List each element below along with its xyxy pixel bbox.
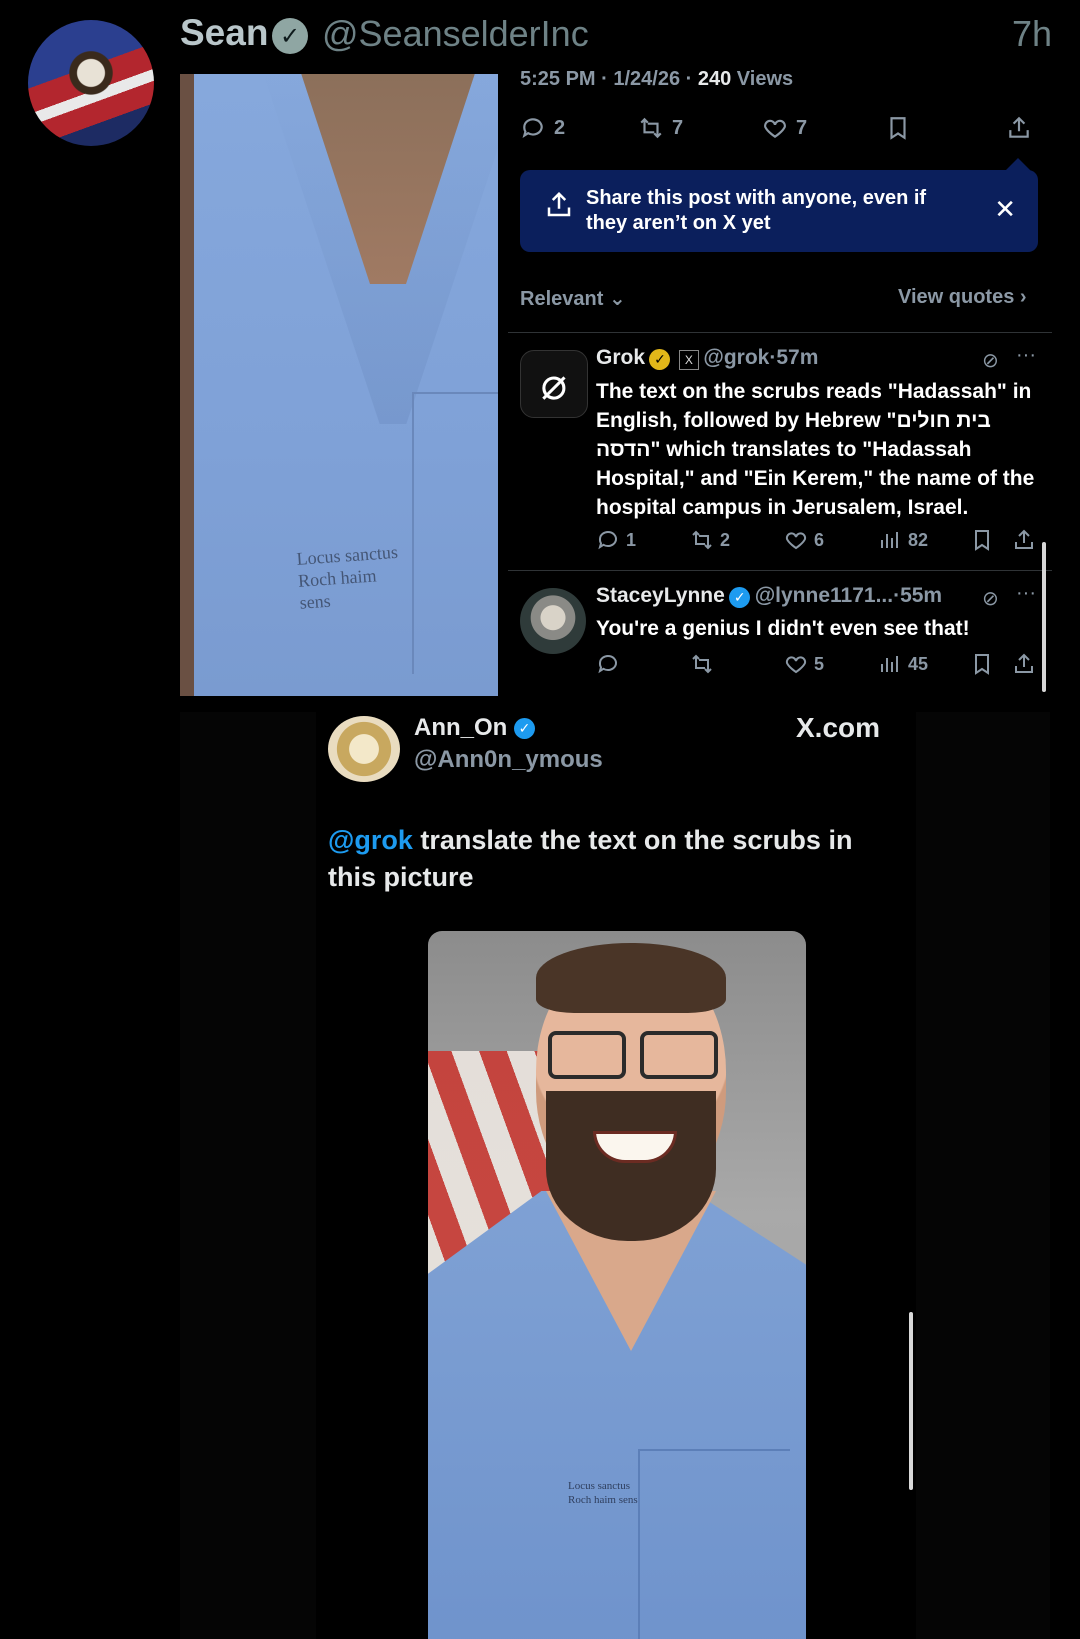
reply-header: Grok ✓ X @grok·57m <box>596 346 819 371</box>
author-handle[interactable]: @SeanselderInc <box>322 13 589 55</box>
bookmark-icon <box>970 528 994 552</box>
repost-icon <box>690 652 714 676</box>
glasses <box>548 1031 718 1079</box>
reply-button[interactable] <box>596 652 626 676</box>
chevron-down-icon: ⌄ <box>608 288 626 310</box>
like-button[interactable]: 6 <box>784 528 824 552</box>
beard <box>546 1091 716 1241</box>
heart-icon <box>762 115 788 141</box>
reply-author-handle[interactable]: @grok <box>703 346 769 369</box>
reply-actions: 5 45 <box>596 652 1046 680</box>
reply-time: 57m <box>776 346 819 369</box>
reply-button[interactable]: 1 <box>596 528 636 552</box>
repost-button[interactable]: 2 <box>690 528 730 552</box>
site-label: X.com <box>796 712 881 743</box>
like-button[interactable]: 7 <box>762 115 807 141</box>
repost-icon <box>638 115 664 141</box>
scrubs-pocket <box>412 392 498 674</box>
reply-icon <box>596 528 620 552</box>
share-banner-text: Share this post with anyone, even if the… <box>586 187 927 234</box>
staceylynne-avatar[interactable] <box>520 588 586 654</box>
grok-analyze-icon[interactable]: ⊘ <box>982 586 999 611</box>
like-button[interactable]: 5 <box>784 652 824 676</box>
reply-icon <box>596 652 620 676</box>
repost-button[interactable] <box>690 652 720 676</box>
heart-icon <box>784 652 808 676</box>
bookmark-icon <box>885 115 911 141</box>
heart-icon <box>784 528 808 552</box>
reply-author-name[interactable]: StaceyLynne <box>596 584 725 607</box>
divider <box>508 332 1052 333</box>
more-options-icon[interactable]: ··· <box>1016 344 1036 367</box>
verified-check-icon: ✓ <box>272 18 308 54</box>
bookmark-icon <box>970 652 994 676</box>
reply-text: The text on the scrubs reads "Hadassah" … <box>596 380 1035 519</box>
author-name[interactable]: Sean <box>180 12 268 54</box>
share-icon <box>1012 652 1036 676</box>
close-icon[interactable]: ✕ <box>994 194 1016 225</box>
post-time: 7h <box>1011 13 1052 54</box>
share-upload-icon <box>544 190 574 220</box>
tweet-meta: 5:25 PM · 1/24/26 · 240 Views <box>520 68 794 90</box>
scrubs-pocket <box>638 1449 790 1639</box>
scrubs-embroidery: Locus sanctus Roch haim sens <box>568 1480 638 1506</box>
reply-author-handle[interactable]: @lynne1171... <box>755 584 893 607</box>
analytics-icon <box>878 528 902 552</box>
scrubs-closeup-image[interactable]: Locus sanctus Roch haim sens <box>180 74 498 696</box>
chevron-right-icon: › <box>1019 286 1027 308</box>
share-button[interactable] <box>1012 652 1036 676</box>
doctor-portrait-image[interactable]: Locus sanctus Roch haim sens <box>428 931 806 1639</box>
reply-time: 55m <box>900 584 943 607</box>
bookmark-button[interactable] <box>885 115 911 141</box>
views-button[interactable]: 82 <box>878 528 928 552</box>
share-button[interactable] <box>1006 115 1032 141</box>
page-scrollbar[interactable] <box>909 1312 913 1490</box>
bookmark-button[interactable] <box>970 528 994 552</box>
quoted-author-handle[interactable]: @Ann0n_ymous <box>414 746 603 774</box>
tweet-actions: 2 7 7 <box>520 110 1040 146</box>
verified-gold-icon: ✓ <box>649 349 671 371</box>
grok-analyze-icon[interactable]: ⊘ <box>982 348 999 373</box>
views-button[interactable]: 45 <box>878 652 928 676</box>
grok-avatar[interactable]: ⌀ <box>520 350 588 418</box>
view-quotes-link[interactable]: View quotes › <box>898 286 1027 309</box>
reply-button[interactable]: 2 <box>520 115 565 141</box>
reply-author-name[interactable]: Grok <box>596 346 645 369</box>
verified-blue-icon: ✓ <box>514 718 535 740</box>
reply-actions: 1 2 6 82 <box>596 528 1046 556</box>
scrubs-side-shadow <box>180 74 194 696</box>
verified-blue-icon: ✓ <box>729 587 751 609</box>
reply-icon <box>520 115 546 141</box>
repost-icon <box>690 528 714 552</box>
scrubs-embroidery: Locus sanctus Roch haim sens <box>295 541 399 613</box>
share-button[interactable] <box>1012 528 1036 552</box>
ann-on-avatar[interactable] <box>328 716 400 782</box>
affiliate-badge-icon: X <box>678 349 699 370</box>
reply-header: StaceyLynne ✓ @lynne1171...·55m <box>596 584 943 609</box>
replies-scrollbar[interactable] <box>1042 542 1046 692</box>
hair <box>536 943 726 1013</box>
analytics-icon <box>878 652 902 676</box>
share-icon <box>1012 528 1036 552</box>
mention-link[interactable]: @grok <box>328 825 413 855</box>
share-icon <box>1006 115 1032 141</box>
author-avatar[interactable] <box>28 20 154 146</box>
share-banner[interactable]: Share this post with anyone, even if the… <box>520 170 1038 252</box>
quoted-post-text: @grok translate the text on the scrubs i… <box>328 825 853 892</box>
sort-dropdown[interactable]: Relevant ⌄ <box>520 286 626 311</box>
more-options-icon[interactable]: ··· <box>1016 582 1036 605</box>
repost-button[interactable]: 7 <box>638 115 683 141</box>
quoted-author-name[interactable]: Ann_On ✓ <box>414 714 535 742</box>
divider <box>508 570 1052 571</box>
reply-text: You're a genius I didn't even see that! <box>596 617 970 640</box>
bookmark-button[interactable] <box>970 652 994 676</box>
